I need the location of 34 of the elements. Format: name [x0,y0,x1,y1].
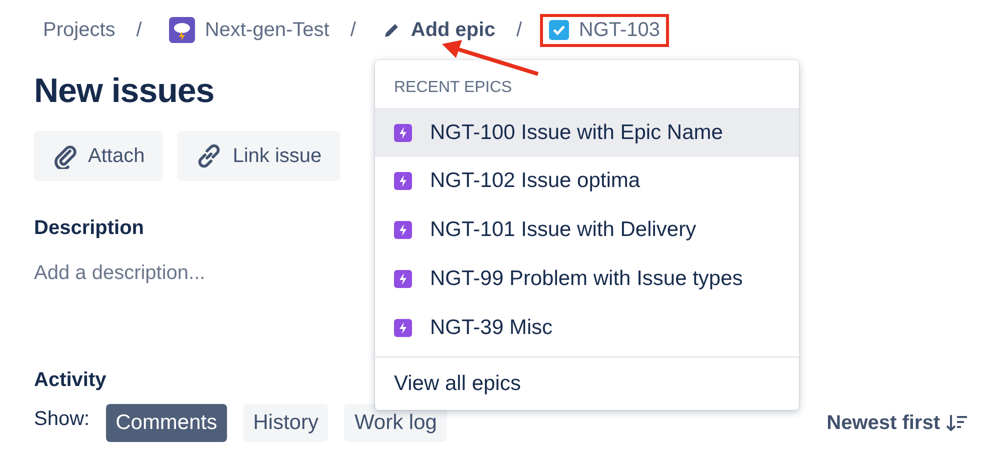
epic-menu-item[interactable]: NGT-99 Problem with Issue types [375,254,799,304]
page-title: New issues [34,72,214,111]
sort-button[interactable]: Newest first [820,410,974,436]
checkbox-icon [548,20,569,40]
paperclip-icon [52,143,78,169]
section-heading: Activity [34,369,106,392]
lightning-icon [394,172,412,190]
section-heading: Description [34,217,144,240]
filter-tab[interactable]: History [243,404,328,442]
epic-menu-item[interactable]: NGT-39 Misc [375,303,799,352]
epic-menu-item[interactable]: NGT-101 Issue with Delivery [375,206,799,254]
breadcrumb-link[interactable]: NGT-103 [540,14,670,46]
description-field[interactable]: Add a description... [34,262,206,285]
lightning-icon [394,221,412,240]
epic-menu-item[interactable]: NGT-100 Issue with Epic Name [375,108,799,157]
link-button[interactable]: Link issue [176,131,340,181]
lightning-icon [394,318,412,337]
menu-heading: RECENT EPICS [393,78,513,98]
pencil-icon [382,21,401,39]
lightning-icon [394,270,412,288]
breadcrumb-separator: / [136,18,142,42]
sort-icon [946,413,968,433]
breadcrumb-link[interactable]: Add epic [374,14,504,46]
attach-button[interactable]: Attach [34,131,163,181]
breadcrumb-link[interactable]: Next-gen-Test [160,12,338,48]
lightning-icon [394,124,412,142]
cloud-icon [168,17,195,43]
epic-menu-item[interactable]: NGT-102 Issue optima [375,157,799,206]
filter-tab[interactable]: Comments [106,404,228,442]
view-all-link[interactable]: View all epics [375,356,799,410]
breadcrumb-separator: / [350,18,356,42]
breadcrumb-separator: / [516,18,522,42]
breadcrumb-link[interactable]: Projects [34,14,124,46]
show-label: Show: [34,408,90,430]
